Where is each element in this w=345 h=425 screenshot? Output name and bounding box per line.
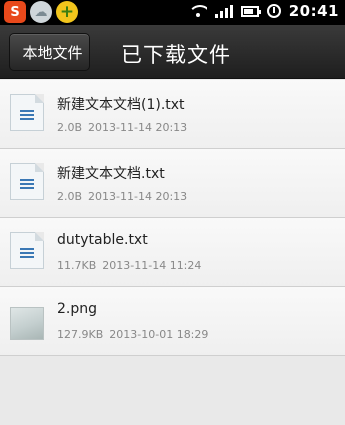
- signal-icon: [214, 4, 233, 18]
- file-meta: 127.9KB 2013-10-01 18:29: [57, 328, 208, 341]
- image-thumbnail: [10, 307, 44, 340]
- status-bar: S ☁ + 20:41: [0, 0, 345, 25]
- file-size: 2.0B: [57, 190, 83, 203]
- back-button[interactable]: 本地文件: [9, 33, 90, 71]
- file-date: 2013-10-01 18:29: [109, 328, 209, 341]
- page-title: 已下载文件: [121, 43, 231, 67]
- battery-icon: [240, 5, 261, 17]
- file-size: 127.9KB: [57, 328, 104, 341]
- title-bar: 本地文件 已下载文件: [0, 25, 345, 79]
- file-meta: 2.0B 2013-11-14 20:13: [57, 190, 187, 203]
- notification-icons: S ☁ +: [4, 1, 78, 23]
- alarm-icon: [266, 4, 281, 18]
- file-row[interactable]: 新建文本文档(1).txt 2.0B 2013-11-14 20:13: [0, 80, 345, 149]
- file-meta: 2.0B 2013-11-14 20:13: [57, 121, 187, 134]
- system-icons: 20:41: [188, 2, 339, 20]
- wifi-icon: [188, 4, 207, 18]
- plus-app-icon: +: [56, 1, 78, 23]
- file-date: 2013-11-14 11:24: [102, 259, 202, 272]
- s-input-app-icon: S: [4, 1, 26, 23]
- file-size: 2.0B: [57, 121, 83, 134]
- status-clock: 20:41: [288, 2, 339, 20]
- file-row[interactable]: 2.png 127.9KB 2013-10-01 18:29: [0, 287, 345, 356]
- file-row[interactable]: 新建文本文档.txt 2.0B 2013-11-14 20:13: [0, 149, 345, 218]
- file-list: 新建文本文档(1).txt 2.0B 2013-11-14 20:13 新建文本文…: [0, 80, 345, 356]
- file-row[interactable]: dutytable.txt 11.7KB 2013-11-14 11:24: [0, 218, 345, 287]
- text-file-icon: [10, 232, 44, 269]
- file-meta: 11.7KB 2013-11-14 11:24: [57, 259, 201, 272]
- text-file-icon: [10, 163, 44, 200]
- cloud-app-icon: ☁: [30, 1, 52, 23]
- file-name: 2.png: [57, 301, 98, 317]
- file-name: 新建文本文档(1).txt: [57, 97, 185, 113]
- file-date: 2013-11-14 20:13: [88, 190, 188, 203]
- file-name: 新建文本文档.txt: [57, 166, 165, 182]
- file-size: 11.7KB: [57, 259, 97, 272]
- file-name: dutytable.txt: [57, 232, 148, 248]
- file-date: 2013-11-14 20:13: [88, 121, 188, 134]
- text-file-icon: [10, 94, 44, 131]
